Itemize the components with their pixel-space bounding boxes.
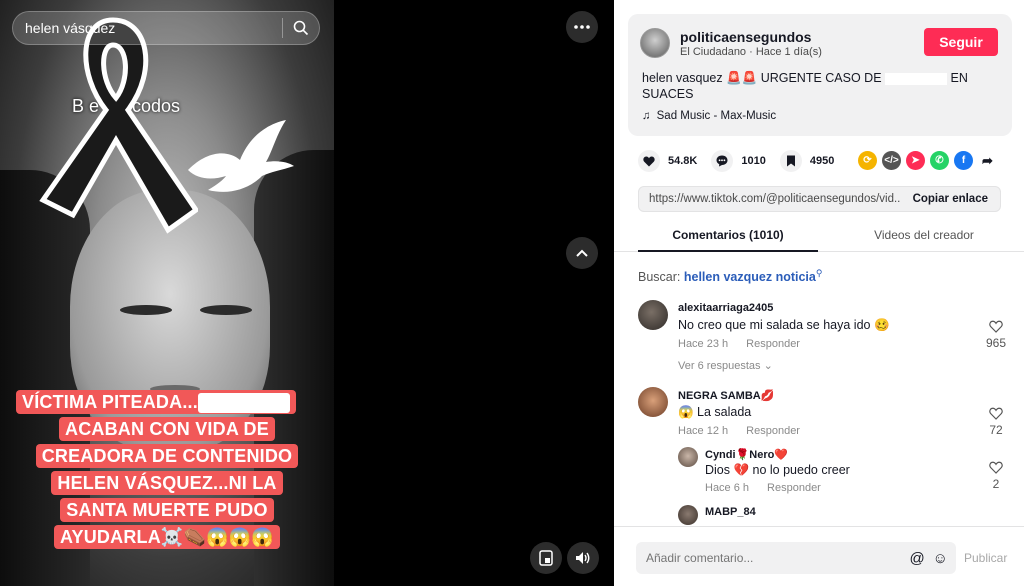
reply-meta: Hace 6 h Responder: [705, 482, 821, 494]
like-button[interactable]: 54.8K: [638, 150, 697, 172]
reply-like-count: 2: [992, 477, 1000, 491]
redaction-box: [197, 393, 290, 414]
copy-link-box: https://www.tiktok.com/@politicaensegund…: [638, 186, 1001, 212]
video-frame-eye: [200, 305, 252, 315]
post-username[interactable]: politicaensegundos: [680, 29, 811, 45]
music-link[interactable]: ♫ Sad Music - Max-Music: [642, 110, 776, 122]
comment-like-button[interactable]: 965: [984, 320, 1008, 350]
music-note-icon: ♫: [642, 110, 651, 122]
comment-username[interactable]: NEGRA SAMBA💋: [678, 389, 774, 402]
emoji-icon[interactable]: ☺: [933, 550, 948, 567]
copy-link-button[interactable]: Copiar enlace: [901, 193, 1000, 205]
engagement-stats: 54.8K 1010 4950: [638, 150, 848, 172]
tiktok-video-page: B e los codos VÍCTIMA PITEADA... ACABAN …: [0, 0, 1024, 586]
dove-icon: [188, 120, 294, 192]
avatar[interactable]: [638, 387, 668, 417]
avatar[interactable]: [640, 28, 670, 58]
caption-line: HELEN VÁSQUEZ...NI LA: [51, 471, 283, 495]
bookmark-icon: [779, 150, 802, 172]
comment-like-button[interactable]: 72: [984, 407, 1008, 437]
search-icon: ⚲: [815, 268, 823, 278]
comment-like-count: 965: [985, 336, 1007, 350]
comment-meta: Hace 12 h Responder: [678, 425, 800, 437]
chevron-down-icon: ⌄: [763, 360, 773, 372]
comment-like-count: 72: [989, 423, 1003, 437]
share-buttons: ⟳ </> ➤ ✆ f ➦: [858, 151, 997, 170]
avatar[interactable]: [678, 447, 698, 467]
tab-comments[interactable]: Comentarios (1010): [638, 228, 818, 252]
search-input[interactable]: [25, 20, 272, 36]
video-background: [334, 0, 614, 586]
more-options-button[interactable]: [566, 11, 598, 43]
comment-tabs: Comentarios (1010) Videos del creador: [614, 222, 1024, 252]
whatsapp-icon[interactable]: ✆: [930, 151, 949, 170]
redaction-box: [885, 72, 948, 85]
caption-line: SANTA MUERTE PUDO: [60, 498, 274, 522]
reply-button[interactable]: Responder: [767, 482, 821, 494]
caption-line: ACABAN CON VIDA DE: [59, 417, 275, 441]
previous-video-button[interactable]: [566, 237, 598, 269]
search-suggestion[interactable]: Buscar: hellen vazquez noticia⚲: [638, 268, 822, 284]
tab-creator-videos[interactable]: Videos del creador: [844, 228, 1004, 242]
reply-item: Cyndi🌹Nero❤️ Dios 💔 no lo puedo creer Ha…: [678, 447, 1008, 497]
volume-button[interactable]: [567, 542, 599, 574]
heart-outline-icon: [989, 320, 1003, 333]
reply-button[interactable]: Responder: [746, 425, 800, 437]
view-replies-button[interactable]: Ver 6 respuestas ⌄: [678, 359, 773, 372]
comment-composer: @ ☺ Publicar: [614, 526, 1024, 586]
embed-code-icon[interactable]: </>: [882, 151, 901, 170]
reply-username[interactable]: MABP_84: [705, 506, 756, 518]
caption-line: VÍCTIMA PITEADA...: [16, 390, 296, 414]
heart-icon: [638, 150, 660, 172]
search-bar[interactable]: [12, 11, 320, 45]
caption-line: AYUDARLA☠️⚰️😱😱😱: [53, 525, 280, 549]
video-frame-eye: [120, 305, 172, 315]
search-divider: [282, 18, 283, 38]
post-meta: El Ciudadano · Hace 1 día(s): [680, 46, 822, 58]
comment-text: No creo que mi salada se haya ido 🥴: [678, 318, 890, 332]
heart-outline-icon: [989, 407, 1003, 420]
send-to-friends-icon[interactable]: ➤: [906, 151, 925, 170]
comment-count-button[interactable]: 1010: [711, 150, 766, 172]
chevron-up-icon: [576, 249, 588, 257]
reply-time: Hace 6 h: [705, 482, 750, 494]
avatar[interactable]: [638, 300, 668, 330]
follow-button[interactable]: Seguir: [924, 28, 998, 56]
video-caption: VÍCTIMA PITEADA... ACABAN CON VIDA DE CR…: [12, 390, 322, 552]
save-button[interactable]: 4950: [779, 150, 834, 172]
caption-line: CREADORA DE CONTENIDO: [35, 444, 299, 468]
comment-input[interactable]: [646, 551, 910, 565]
share-arrow-icon[interactable]: ➦: [978, 151, 997, 170]
more-horizontal-icon: [574, 25, 590, 29]
post-description: helen vasquez 🚨🚨 URGENTE CASO DE EN SUAC…: [642, 71, 968, 101]
pip-icon: [539, 550, 553, 566]
post-info-card: politicaensegundos El Ciudadano · Hace 1…: [628, 14, 1012, 136]
reply-username[interactable]: Cyndi🌹Nero❤️: [705, 448, 788, 461]
reply-item: MABP_84: [678, 505, 1008, 527]
music-title: Sad Music - Max-Music: [656, 110, 777, 122]
comment-text: 😱 La salada: [678, 405, 752, 419]
comment-item: NEGRA SAMBA💋 😱 La salada Hace 12 h Respon…: [638, 387, 1008, 447]
repost-icon[interactable]: ⟳: [858, 151, 877, 170]
reply-like-button[interactable]: 2: [984, 461, 1008, 491]
reply-button[interactable]: Responder: [746, 338, 800, 350]
comment-time: Hace 23 h: [678, 338, 729, 350]
details-panel: politicaensegundos El Ciudadano · Hace 1…: [614, 0, 1024, 586]
mention-icon[interactable]: @: [909, 550, 924, 567]
video-url: https://www.tiktok.com/@politicaensegund…: [649, 193, 901, 205]
avatar[interactable]: [678, 505, 698, 525]
publish-button[interactable]: Publicar: [964, 551, 1007, 565]
comment-meta: Hace 23 h Responder: [678, 338, 800, 350]
search-icon[interactable]: [293, 20, 309, 36]
comment-input-box[interactable]: @ ☺: [636, 542, 956, 574]
video-player[interactable]: B e los codos VÍCTIMA PITEADA... ACABAN …: [0, 0, 334, 586]
picture-in-picture-button[interactable]: [530, 542, 562, 574]
comment-username[interactable]: alexitaarriaga2405: [678, 302, 773, 314]
volume-icon: [576, 552, 590, 564]
facebook-icon[interactable]: f: [954, 151, 973, 170]
heart-outline-icon: [989, 461, 1003, 474]
reply-text: Dios 💔 no lo puedo creer: [705, 463, 850, 477]
comment-time: Hace 12 h: [678, 425, 729, 437]
comment-icon: [711, 150, 734, 172]
